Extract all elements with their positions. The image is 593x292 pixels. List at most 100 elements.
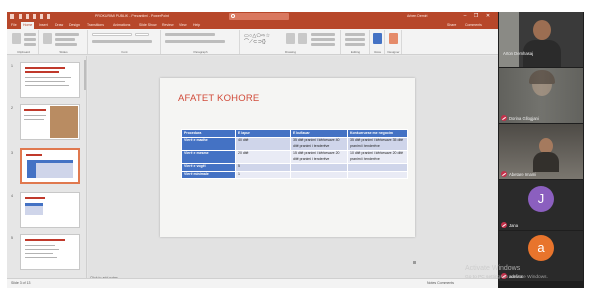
- font-size-field[interactable]: [135, 33, 149, 36]
- table-cell: [347, 170, 408, 180]
- close-button[interactable]: ✕: [485, 14, 491, 19]
- tab-design[interactable]: Design: [67, 22, 82, 29]
- ribbon-group-paragraph: Paragraph: [162, 30, 240, 54]
- replace-icon[interactable]: [345, 38, 365, 41]
- table-row: Vlerë minimale 1: [181, 170, 408, 180]
- status-right-controls[interactable]: Notes Comments: [427, 281, 454, 285]
- layout-icon[interactable]: [55, 33, 79, 36]
- find-icon[interactable]: [345, 33, 365, 36]
- shape-fill-icon[interactable]: [311, 33, 335, 36]
- powerpoint-window: PROKURIMI PUBLIK - Prezantimi - PowerPoi…: [7, 12, 498, 288]
- slide-title[interactable]: AFATET KOHORE: [178, 93, 259, 104]
- save-icon[interactable]: [26, 14, 29, 19]
- copy-icon[interactable]: [24, 38, 36, 41]
- table-header-cell: E kufizuar: [290, 129, 348, 138]
- table-header-cell: Procedura: [181, 129, 236, 138]
- thumb-text: [25, 85, 69, 86]
- current-slide[interactable]: AFATET KOHORE Procedura E lapur E kufizu…: [160, 78, 415, 237]
- group-label: Slides: [59, 50, 68, 54]
- redo-icon[interactable]: [40, 14, 43, 19]
- group-label: Clipboard: [17, 50, 30, 54]
- present-icon[interactable]: [47, 14, 50, 19]
- dictate-icon[interactable]: [373, 33, 382, 44]
- thumb-title: [25, 239, 65, 241]
- app-logo-icon: [10, 14, 14, 19]
- resize-handle-icon[interactable]: [413, 261, 416, 264]
- tab-home[interactable]: Home: [21, 22, 35, 29]
- thumbnail-slide-4[interactable]: [20, 192, 80, 228]
- select-icon[interactable]: [345, 43, 365, 46]
- quick-styles-icon[interactable]: [298, 33, 307, 44]
- table-cell: 15 ditë pranimi i kërkesave 20 ditë pran…: [290, 149, 348, 164]
- participant-tile[interactable]: Dorina Gllogjani: [499, 68, 583, 123]
- thumbnail-slide-2[interactable]: [20, 104, 80, 140]
- table-cell: 40 ditë: [235, 136, 291, 151]
- participant-face: [533, 20, 551, 40]
- list-buttons[interactable]: [165, 33, 215, 36]
- new-slide-icon[interactable]: [43, 33, 52, 44]
- participant-background: [499, 68, 583, 123]
- thumbnail-slide-5[interactable]: [20, 234, 80, 270]
- tab-draw[interactable]: Draw: [53, 22, 65, 29]
- thumb-text: [25, 253, 53, 254]
- thumb-text: [24, 115, 46, 116]
- align-buttons[interactable]: [165, 40, 225, 43]
- tab-animations[interactable]: Animations: [111, 22, 132, 29]
- section-icon[interactable]: [55, 43, 77, 46]
- slide-counter: Slide 3 of 13: [11, 281, 31, 285]
- cut-icon[interactable]: [24, 33, 36, 36]
- font-name-field[interactable]: [92, 33, 132, 36]
- thumbnails-scrollbar[interactable]: [84, 60, 86, 90]
- participant-tile[interactable]: a adelina: [499, 231, 583, 281]
- muted-mic-icon: [501, 115, 507, 121]
- comments-button[interactable]: Comments: [465, 22, 482, 28]
- participant-tile[interactable]: J Jana: [499, 180, 583, 230]
- table-cell: [290, 162, 348, 172]
- thumbnail-slide-3[interactable]: [20, 148, 80, 184]
- tab-slide-show[interactable]: Slide Show: [137, 22, 159, 29]
- table-cell: [290, 170, 348, 180]
- search-icon: [231, 14, 235, 18]
- shapes-gallery-row2-icon[interactable]: ⌒⟋⊂⊃{}: [244, 39, 266, 45]
- table-cell: 35 ditë pranimi i kërkesave 35 ditë pran…: [347, 136, 408, 151]
- thumbnail-slide-1[interactable]: [20, 62, 80, 98]
- minimize-button[interactable]: –: [462, 14, 468, 19]
- paste-icon[interactable]: [12, 33, 21, 44]
- tab-review[interactable]: Review: [160, 22, 175, 29]
- autosave-icon[interactable]: [19, 14, 22, 19]
- participant-tile[interactable]: Arton Demhasaj: [499, 12, 583, 67]
- maximize-button[interactable]: ❐: [473, 14, 479, 19]
- table-header-cell: E lapur: [235, 129, 291, 138]
- search-box[interactable]: [229, 13, 289, 20]
- table-row: Vlerë e mesme 20 ditë 15 ditë pranimi i …: [181, 149, 408, 164]
- thumb-text: [25, 245, 55, 246]
- reset-icon[interactable]: [55, 38, 75, 41]
- group-label: Editing: [350, 50, 361, 54]
- tab-file[interactable]: File: [9, 22, 19, 29]
- tab-insert[interactable]: Insert: [37, 22, 50, 29]
- design-ideas-icon[interactable]: [389, 33, 398, 44]
- tab-view[interactable]: View: [177, 22, 189, 29]
- font-format-buttons[interactable]: [92, 40, 152, 43]
- participant-tile[interactable]: Abetare Imami: [499, 124, 583, 179]
- group-label: Font: [121, 50, 128, 54]
- format-painter-icon[interactable]: [24, 43, 36, 46]
- undo-icon[interactable]: [33, 14, 36, 19]
- avatar: a: [528, 235, 554, 261]
- deadline-table[interactable]: Procedura E lapur E kufizuar Konkurruese…: [181, 129, 408, 180]
- thumb-photo: [50, 106, 78, 138]
- account-name[interactable]: Arben Demiri: [407, 13, 447, 20]
- share-button[interactable]: Share: [447, 22, 456, 28]
- tab-transitions[interactable]: Transitions: [85, 22, 106, 29]
- participants-panel: Arton Demhasaj Dorina Gllogjani Abetare …: [498, 12, 584, 288]
- shape-effects-icon[interactable]: [311, 43, 335, 46]
- shape-outline-icon[interactable]: [311, 38, 335, 41]
- thumb-number: 5: [11, 236, 13, 240]
- arrange-icon[interactable]: [286, 33, 295, 44]
- tab-help[interactable]: Help: [191, 22, 202, 29]
- ribbon: Clipboard Slides Font Paragraph ▭○△⬠⇨☆ ⌒…: [7, 29, 498, 55]
- group-label: Designer: [387, 50, 400, 54]
- activate-windows-subtitle: Go to PC settings to activate Windows.: [465, 275, 548, 280]
- table-row-label: Vlerë e vogël: [181, 162, 236, 172]
- activate-windows-title: Activate Windows: [465, 265, 521, 272]
